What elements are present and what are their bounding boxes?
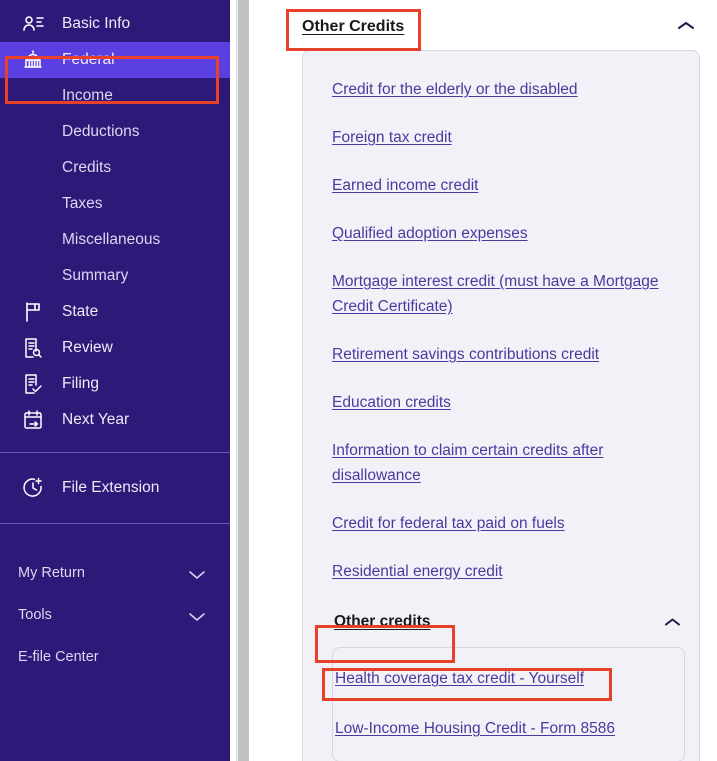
chevron-down-icon (188, 568, 206, 579)
page-scrollbar[interactable] (236, 0, 249, 761)
link-mortgage-interest-credit[interactable]: Mortgage interest credit (must have a Mo… (303, 269, 699, 319)
chevron-down-icon (188, 610, 206, 621)
capitol-building-icon (20, 47, 46, 73)
sidebar-subitem-label: Taxes (62, 195, 103, 212)
other-credits-subsection: Other credits Health coverage tax credit… (303, 607, 699, 761)
sidebar-subitem-summary[interactable]: Summary (0, 258, 230, 294)
sidebar-subitem-credits[interactable]: Credits (0, 150, 230, 186)
sidebar-footer-label: E-file Center (18, 649, 99, 665)
page-title: Other Credits (302, 18, 405, 35)
scrollbar-thumb[interactable] (238, 0, 249, 761)
link-foreign-tax-credit[interactable]: Foreign tax credit (303, 125, 699, 150)
link-health-coverage-tax-credit-yourself[interactable]: Health coverage tax credit - Yourself (333, 666, 684, 691)
sidebar-item-label: Review (62, 339, 113, 356)
clock-plus-icon (20, 475, 46, 501)
sidebar-primary-nav: Basic Info Federal Income Deductions Cre… (0, 0, 230, 438)
link-information-claim-credits-after-disallowance[interactable]: Information to claim certain credits aft… (303, 438, 699, 488)
other-credits-subsection-header[interactable]: Other credits (332, 607, 685, 641)
sidebar-item-label: Federal (62, 51, 115, 68)
link-credit-federal-tax-paid-fuels[interactable]: Credit for federal tax paid on fuels (303, 511, 699, 536)
chevron-up-icon[interactable] (677, 19, 695, 31)
sidebar-subitem-label: Summary (62, 267, 129, 284)
sidebar-item-label: Basic Info (62, 15, 131, 32)
sidebar-subitem-label: Miscellaneous (62, 231, 161, 248)
flag-icon (20, 299, 46, 325)
sidebar: Basic Info Federal Income Deductions Cre… (0, 0, 230, 761)
sidebar-item-state[interactable]: State (0, 294, 230, 330)
sidebar-subitem-label: Income (62, 87, 113, 104)
contact-card-icon (20, 11, 46, 37)
other-credits-section-header[interactable]: Other Credits (250, 0, 717, 56)
other-credits-panel: Credit for the elderly or the disabled F… (302, 50, 700, 761)
link-low-income-housing-credit-form-8586[interactable]: Low-Income Housing Credit - Form 8586 (333, 716, 684, 741)
link-retirement-savings-contributions-credit[interactable]: Retirement savings contributions credit (303, 342, 699, 367)
calendar-arrow-icon (20, 407, 46, 433)
sidebar-item-label: File Extension (62, 479, 160, 496)
sidebar-item-file-extension[interactable]: File Extension (0, 453, 230, 523)
sidebar-footer-label: Tools (18, 607, 52, 623)
sidebar-footer-tools[interactable]: Tools (0, 594, 230, 636)
sidebar-subitem-taxes[interactable]: Taxes (0, 186, 230, 222)
link-credit-elderly-disabled[interactable]: Credit for the elderly or the disabled (303, 77, 699, 102)
sidebar-footer-label: My Return (18, 565, 85, 581)
other-credits-subpanel: Health coverage tax credit - Yourself Lo… (332, 647, 685, 761)
sidebar-item-next-year[interactable]: Next Year (0, 402, 230, 438)
main-content: Other Credits Credit for the elderly or … (250, 0, 717, 761)
link-residential-energy-credit[interactable]: Residential energy credit (303, 559, 699, 584)
link-earned-income-credit[interactable]: Earned income credit (303, 173, 699, 198)
sidebar-item-federal[interactable]: Federal (0, 42, 230, 78)
subsection-title: Other credits (334, 613, 431, 630)
application-window: Basic Info Federal Income Deductions Cre… (0, 0, 717, 761)
sidebar-item-label: Next Year (62, 411, 130, 428)
sidebar-footer-efile-center[interactable]: E-file Center (0, 636, 230, 678)
sidebar-footer-my-return[interactable]: My Return (0, 552, 230, 594)
sidebar-item-label: State (62, 303, 99, 320)
sidebar-item-basic-info[interactable]: Basic Info (0, 6, 230, 42)
document-check-icon (20, 371, 46, 397)
sidebar-item-review[interactable]: Review (0, 330, 230, 366)
sidebar-item-label: Filing (62, 375, 100, 392)
document-search-icon (20, 335, 46, 361)
sidebar-subitem-label: Credits (62, 159, 112, 176)
sidebar-subitem-miscellaneous[interactable]: Miscellaneous (0, 222, 230, 258)
sidebar-subitem-deductions[interactable]: Deductions (0, 114, 230, 150)
sidebar-subitem-income[interactable]: Income (0, 78, 230, 114)
link-education-credits[interactable]: Education credits (303, 390, 699, 415)
sidebar-subitem-label: Deductions (62, 123, 140, 140)
sidebar-item-filing[interactable]: Filing (0, 366, 230, 402)
link-qualified-adoption-expenses[interactable]: Qualified adoption expenses (303, 221, 699, 246)
chevron-up-icon[interactable] (664, 615, 681, 626)
